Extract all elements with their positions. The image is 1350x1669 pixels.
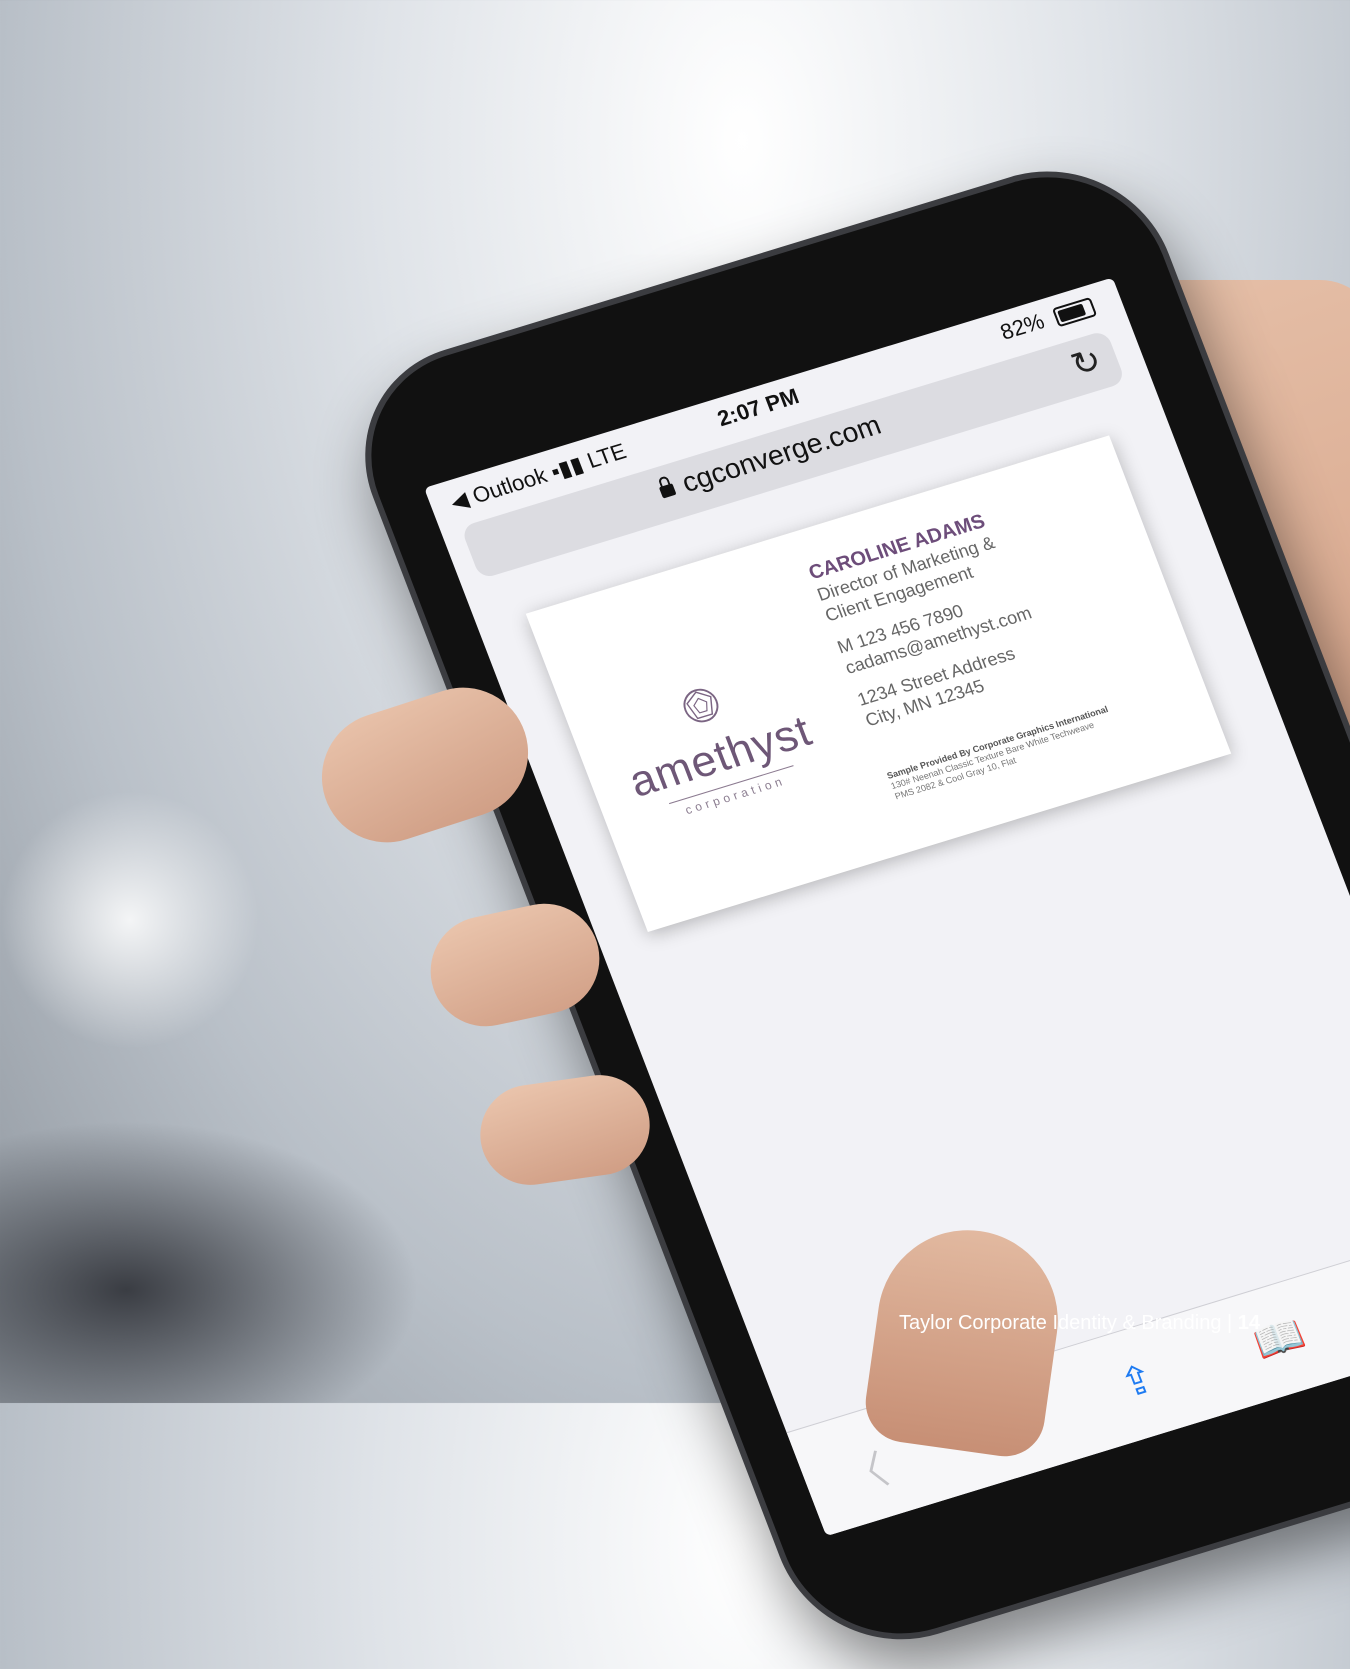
lock-icon bbox=[658, 482, 677, 499]
reload-icon[interactable]: ↻ bbox=[1066, 340, 1108, 386]
page-footer: Taylor Corporate Identity & Branding | 1… bbox=[899, 1312, 1260, 1335]
status-time: 2:07 PM bbox=[713, 383, 803, 432]
footer-text: Taylor Corporate Identity & Branding | bbox=[899, 1312, 1238, 1334]
share-icon[interactable]: ⇪ bbox=[1113, 1355, 1162, 1408]
company-logo: amethyst corporation bbox=[603, 660, 829, 830]
battery-percent: 82% bbox=[996, 308, 1048, 345]
card-contact-info: CAROLINE ADAMS Director of Marketing & C… bbox=[806, 473, 1167, 731]
battery-icon bbox=[1051, 297, 1098, 328]
fine-print-line3: PMS 2082 & Cool Gray 10, Flat bbox=[893, 755, 1018, 802]
left-finger-lower bbox=[473, 1068, 657, 1192]
page-number: 14 bbox=[1237, 1312, 1260, 1334]
phone-device: ◀ Outlook ▪▮▮ LTE 2:07 PM 82% cgconverge… bbox=[330, 141, 1350, 1669]
back-icon[interactable]: 〈 bbox=[836, 1438, 895, 1504]
gem-icon bbox=[683, 688, 719, 723]
background-shadow bbox=[0, 1120, 420, 1403]
background-highlight bbox=[0, 790, 260, 1050]
